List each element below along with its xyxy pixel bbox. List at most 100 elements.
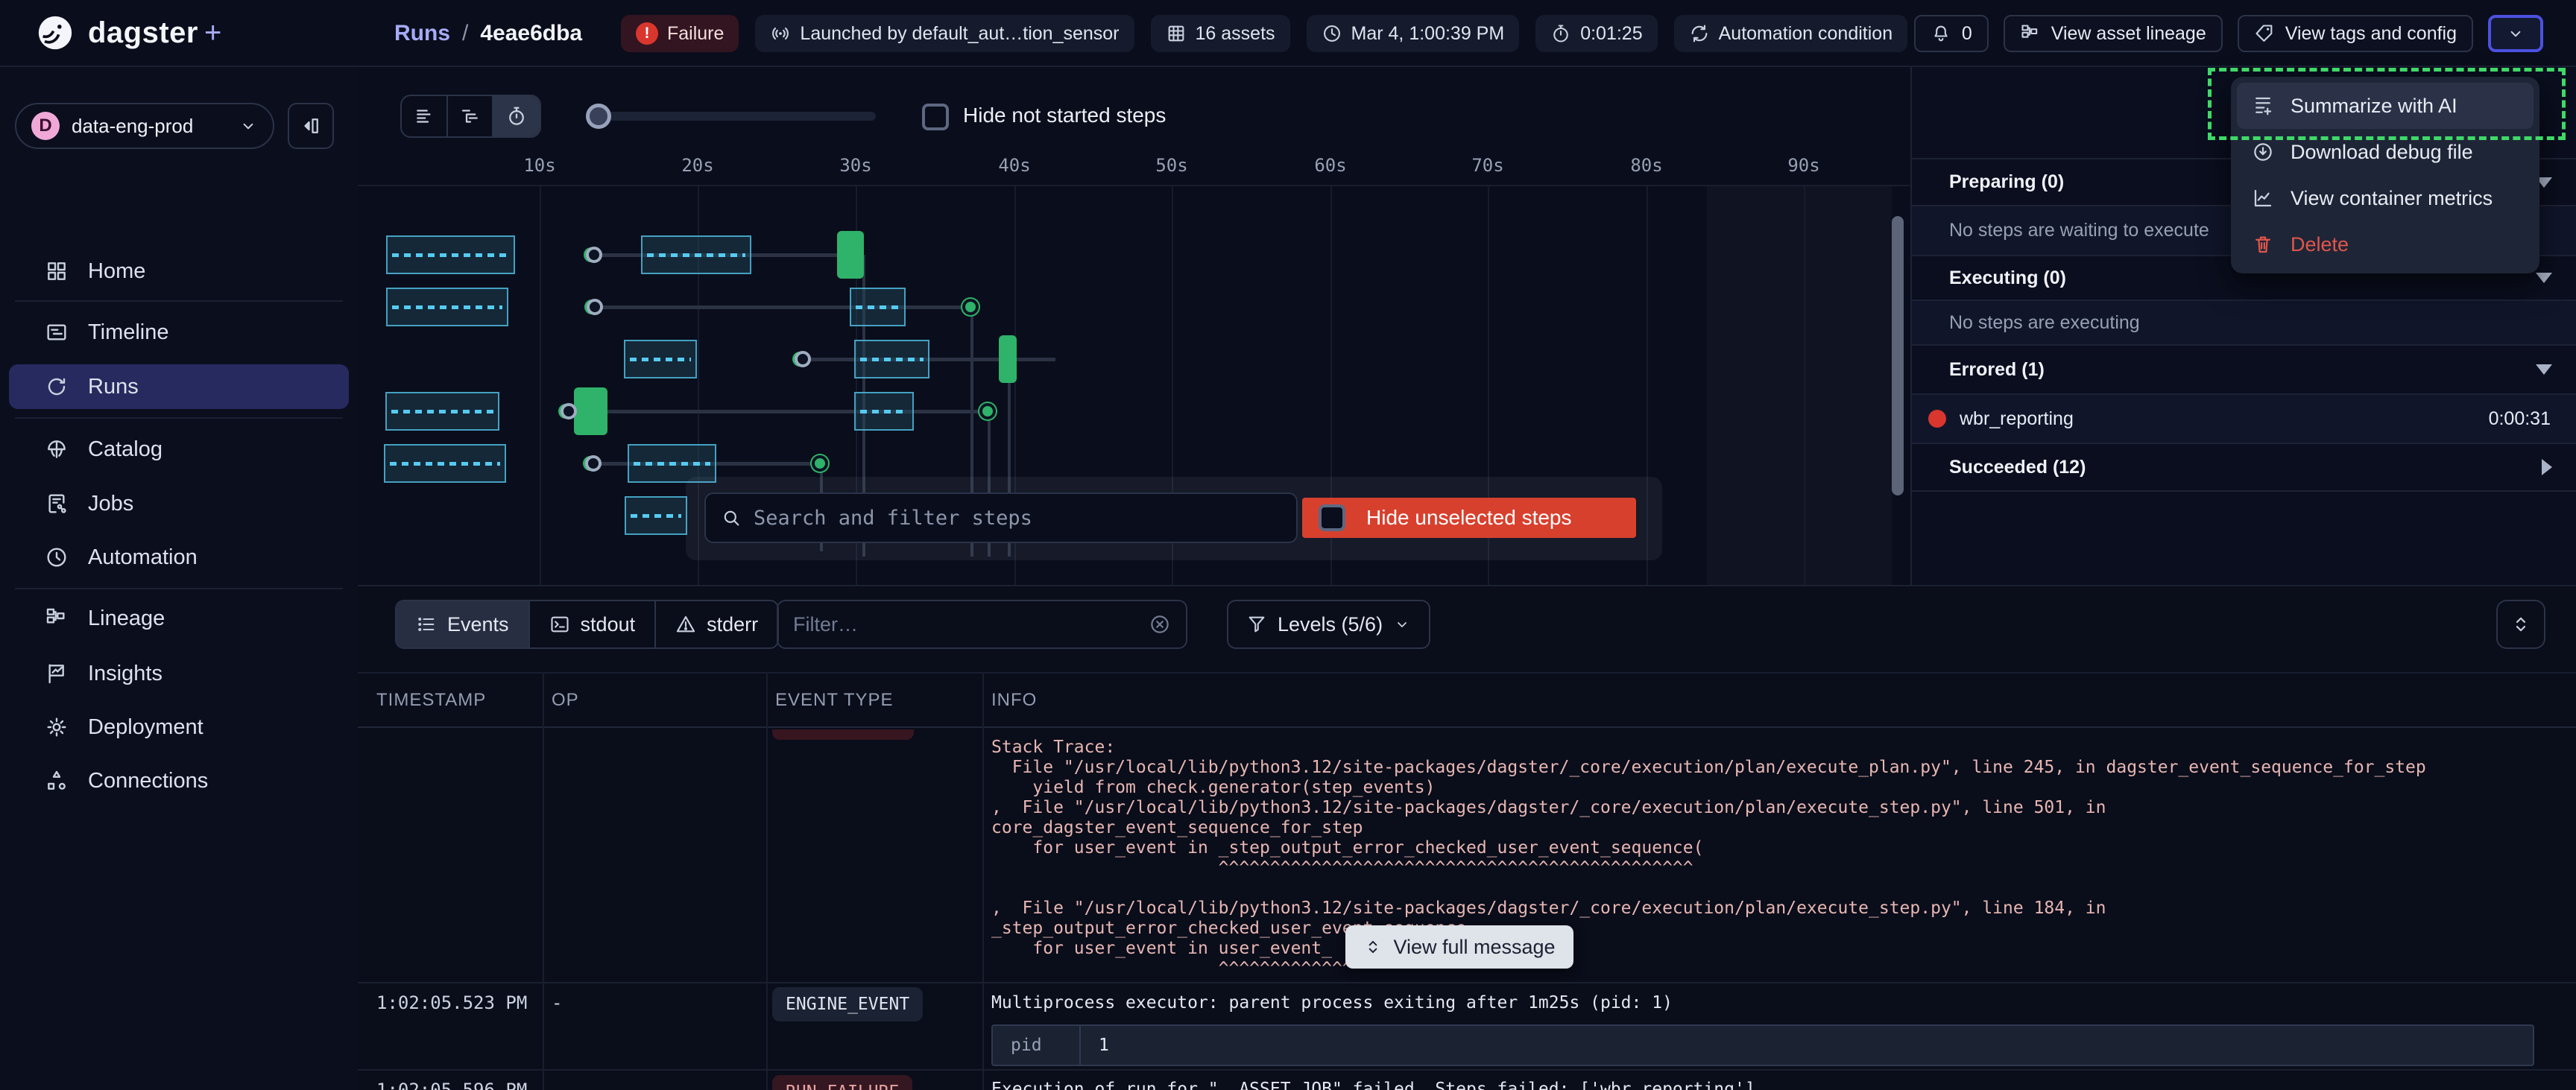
sidebar-item-insights[interactable]: Insights [9, 651, 349, 696]
step-bar-queued[interactable] [854, 392, 914, 431]
levels-dropdown[interactable]: Levels (5/6) [1227, 600, 1430, 649]
gantt-chart[interactable]: Hide unselected steps [358, 186, 1910, 585]
catalog-icon [45, 437, 69, 461]
sidebar-item-home[interactable]: Home [9, 249, 349, 294]
chevron-down-icon [2536, 273, 2552, 283]
step-bar-queued[interactable] [625, 496, 687, 535]
sidebar-item-jobs[interactable]: Jobs [9, 481, 349, 526]
sidebar-item-connections[interactable]: Connections [9, 758, 349, 803]
dependency-line [601, 305, 970, 309]
col-info: INFO [991, 690, 1037, 711]
dagster-logo-icon [34, 12, 76, 54]
hide-unselected-label[interactable]: Hide unselected steps [1366, 506, 1572, 530]
clear-filter-icon[interactable] [1149, 613, 1171, 636]
run-actions-menu-button[interactable] [2488, 15, 2543, 52]
assets-badge[interactable]: 16 assets [1151, 15, 1290, 52]
menu-item-summarize-ai[interactable]: Summarize with AI [2237, 83, 2534, 129]
step-bar-queued[interactable] [641, 235, 751, 274]
chevron-down-icon [2536, 364, 2552, 375]
axis-tick-label: 80s [1630, 155, 1662, 176]
menu-item-delete[interactable]: Delete [2237, 221, 2534, 267]
trash-icon [2252, 233, 2274, 256]
row-divider [358, 1069, 2576, 1071]
hide-not-started-label[interactable]: Hide not started steps [963, 104, 1166, 127]
collapse-sidebar-icon [300, 115, 322, 137]
event-list-icon [416, 614, 437, 635]
gantt-zoom-slider[interactable] [589, 112, 876, 121]
timed-view-button[interactable] [493, 96, 540, 136]
step-failure-badge-clipped [772, 729, 914, 740]
launched-by-badge[interactable]: Launched by default_aut…tion_sensor [755, 15, 1134, 52]
sidebar-item-deployment[interactable]: Deployment [9, 705, 349, 750]
executing-empty-message: No steps are executing [1912, 300, 2576, 344]
axis-tick-label: 20s [681, 155, 713, 176]
menu-item-container-metrics[interactable]: View container metrics [2237, 175, 2534, 221]
search-icon [721, 507, 742, 528]
warning-triangle-icon [675, 614, 696, 635]
dagster-app: dagster+ Runs / 4eae6dba ! Failure Launc… [0, 0, 2576, 1090]
event-timestamp[interactable]: 1:02:05.523 PM [376, 992, 527, 1013]
chevron-down-icon [2506, 22, 2525, 45]
stack-trace-text[interactable]: Stack Trace: File "/usr/local/lib/python… [991, 738, 2561, 979]
expand-updown-icon [1363, 937, 1383, 957]
view-asset-lineage-button[interactable]: View asset lineage [2004, 15, 2223, 52]
section-succeeded[interactable]: Succeeded (12) [1912, 443, 2576, 492]
waterfall-view-button[interactable] [448, 96, 494, 136]
run-badges: ! Failure Launched by default_aut…tion_s… [621, 15, 1907, 52]
step-bar-succeeded[interactable] [999, 335, 1017, 383]
stopwatch-icon [505, 105, 528, 127]
status-badge: ! Failure [621, 15, 739, 52]
col-timestamp: TIMESTAMP [376, 690, 486, 711]
tab-stdout[interactable]: stdout [530, 601, 657, 647]
dependency-line [607, 410, 988, 413]
sort-order-button[interactable] [2496, 600, 2545, 649]
deployment-switcher[interactable]: D data-eng-prod [15, 103, 274, 149]
step-bar-queued[interactable] [384, 444, 506, 483]
event-type-badge[interactable]: ENGINE_EVENT [772, 987, 923, 1021]
step-bar-succeeded[interactable] [574, 387, 607, 435]
gear-icon [45, 715, 69, 739]
event-info: Multiprocess executor: parent process ex… [991, 993, 1673, 1013]
log-filter-input[interactable] [793, 613, 1138, 636]
flatten-view-button[interactable] [402, 96, 448, 136]
sidebar-item-timeline[interactable]: Timeline [9, 310, 349, 355]
gantt-view-mode-control [400, 95, 541, 138]
zoom-slider-thumb[interactable] [586, 104, 611, 129]
duration-badge: 0:01:25 [1535, 15, 1657, 52]
top-header: dagster+ Runs / 4eae6dba ! Failure Launc… [0, 0, 2576, 67]
chevron-down-icon [239, 116, 258, 136]
menu-item-download-debug[interactable]: Download debug file [2237, 129, 2534, 175]
hide-unselected-checkbox[interactable] [1319, 504, 1345, 531]
step-bar-queued[interactable] [854, 340, 929, 378]
dagster-logo[interactable]: dagster+ [34, 12, 222, 54]
event-type-badge[interactable]: RUN_FAILURE [772, 1075, 912, 1090]
step-bar-queued[interactable] [624, 340, 697, 378]
sidebar-item-runs[interactable]: Runs [9, 364, 349, 409]
automation-condition-badge[interactable]: Automation condition [1674, 15, 1907, 52]
sidebar-collapse-button[interactable] [288, 103, 334, 149]
section-errored[interactable]: Errored (1) [1912, 344, 2576, 393]
sidebar-item-lineage[interactable]: Lineage [9, 596, 349, 641]
step-bar-queued[interactable] [850, 288, 906, 326]
breadcrumb-runs-link[interactable]: Runs [394, 21, 450, 46]
sidebar-item-automation[interactable]: Automation [9, 535, 349, 580]
hide-not-started-checkbox[interactable] [922, 104, 949, 130]
notifications-button[interactable]: 0 [1914, 15, 1989, 52]
flat-view-icon [413, 105, 435, 127]
clock-icon [1322, 23, 1342, 44]
step-bar-queued[interactable] [385, 392, 499, 431]
gantt-scrollbar-thumb[interactable] [1892, 216, 1904, 495]
col-event-type: EVENT TYPE [775, 690, 894, 711]
view-full-message-button[interactable]: View full message [1345, 925, 1573, 969]
errored-step-row[interactable]: wbr_reporting 0:00:31 [1912, 393, 2576, 443]
event-timestamp[interactable]: 1:02:05.596 PM [376, 1080, 527, 1090]
step-bar-queued[interactable] [386, 288, 508, 326]
tab-events[interactable]: Events [397, 601, 530, 647]
sidebar-item-catalog[interactable]: Catalog [9, 427, 349, 472]
tag-icon [2254, 23, 2275, 44]
step-bar-succeeded[interactable] [837, 231, 864, 279]
step-search-input[interactable] [754, 507, 1281, 530]
tab-stderr[interactable]: stderr [656, 601, 777, 647]
step-bar-queued[interactable] [386, 235, 515, 274]
view-tags-config-button[interactable]: View tags and config [2238, 15, 2473, 52]
